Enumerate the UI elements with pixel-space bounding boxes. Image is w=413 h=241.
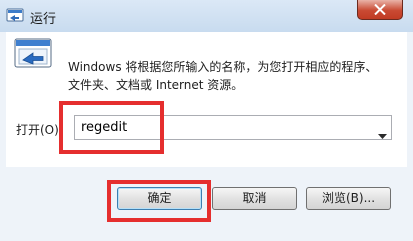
title-bar: 运行 <box>0 0 413 32</box>
run-icon <box>6 8 24 24</box>
description-line-1: Windows 将根据您所输入的名称，为您打开相应的程序、 <box>68 60 378 74</box>
window-title: 运行 <box>30 12 57 27</box>
highlight-box-input <box>59 101 164 154</box>
close-button[interactable] <box>357 0 403 20</box>
run-program-icon <box>14 38 54 72</box>
browse-button[interactable]: 浏览(B)... <box>306 187 391 210</box>
highlight-box-ok <box>107 180 211 222</box>
close-icon <box>374 4 386 15</box>
description-line-2: 文件夹、文档或 Internet 资源。 <box>68 78 244 92</box>
cancel-button[interactable]: 取消 <box>212 187 297 210</box>
open-label: 打开(O): <box>16 123 63 137</box>
run-dialog: 运行 Windows 将根据您所输入的名称，为您打开相应的程序、 文件夹、文档或… <box>0 0 413 241</box>
dialog-description: Windows 将根据您所输入的名称，为您打开相应的程序、 文件夹、文档或 In… <box>68 58 398 94</box>
chevron-down-icon[interactable] <box>378 125 387 144</box>
